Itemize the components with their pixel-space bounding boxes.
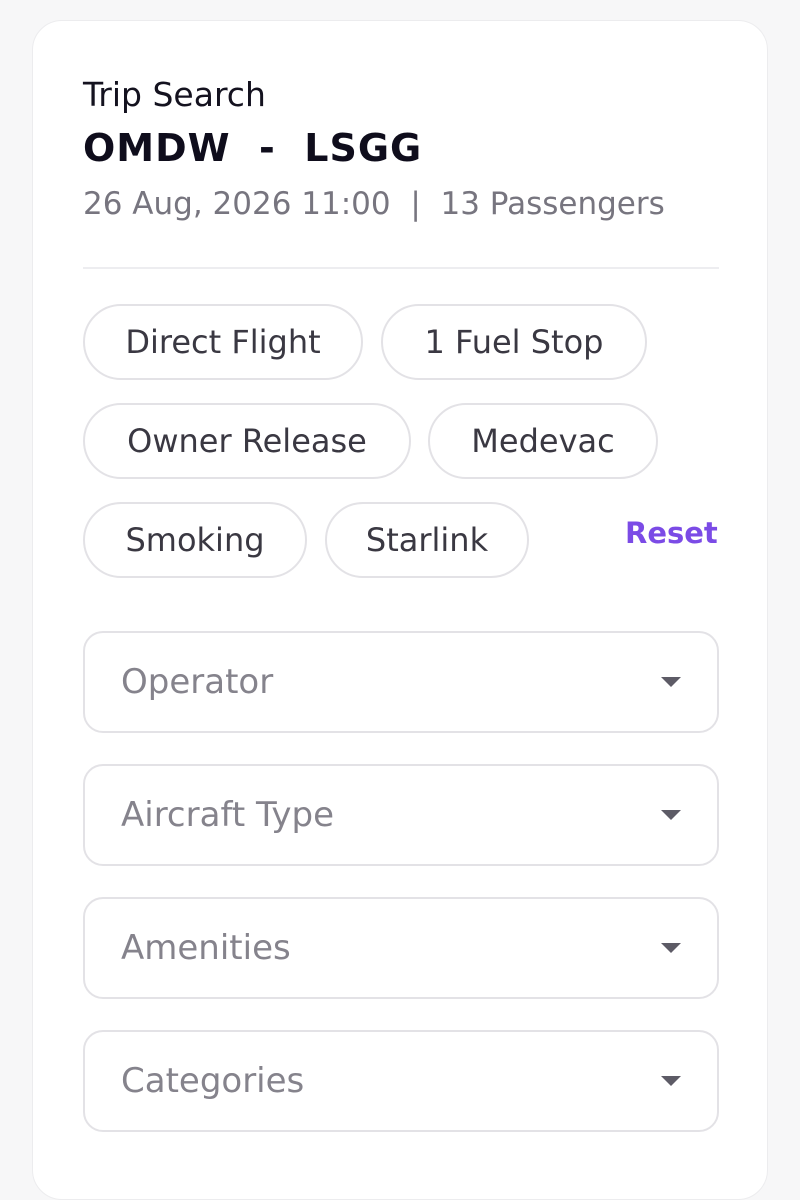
reset-link[interactable]: Reset xyxy=(625,513,718,553)
aircraft-type-dropdown-label: Aircraft Type xyxy=(121,795,335,835)
route-title: OMDW - LSGG xyxy=(83,126,423,170)
trip-search-card: Trip Search OMDW - LSGG 26 Aug, 2026 11:… xyxy=(32,20,768,1200)
amenities-dropdown[interactable]: Amenities xyxy=(83,897,719,999)
trip-meta: 26 Aug, 2026 11:00 | 13 Passengers xyxy=(83,186,665,222)
operator-dropdown-label: Operator xyxy=(121,662,274,702)
chip-medevac[interactable]: Medevac xyxy=(428,403,658,479)
caret-down-icon xyxy=(661,1076,681,1086)
chip-1-fuel-stop[interactable]: 1 Fuel Stop xyxy=(381,304,647,380)
chip-smoking[interactable]: Smoking xyxy=(83,502,307,578)
divider xyxy=(83,267,719,269)
card-eyebrow: Trip Search xyxy=(83,75,266,114)
caret-down-icon xyxy=(661,677,681,687)
operator-dropdown[interactable]: Operator xyxy=(83,631,719,733)
chip-starlink[interactable]: Starlink xyxy=(325,502,529,578)
chip-direct-flight[interactable]: Direct Flight xyxy=(83,304,363,380)
caret-down-icon xyxy=(661,943,681,953)
caret-down-icon xyxy=(661,810,681,820)
amenities-dropdown-label: Amenities xyxy=(121,928,291,968)
categories-dropdown[interactable]: Categories xyxy=(83,1030,719,1132)
categories-dropdown-label: Categories xyxy=(121,1061,305,1101)
aircraft-type-dropdown[interactable]: Aircraft Type xyxy=(83,764,719,866)
chip-owner-release[interactable]: Owner Release xyxy=(83,403,411,479)
